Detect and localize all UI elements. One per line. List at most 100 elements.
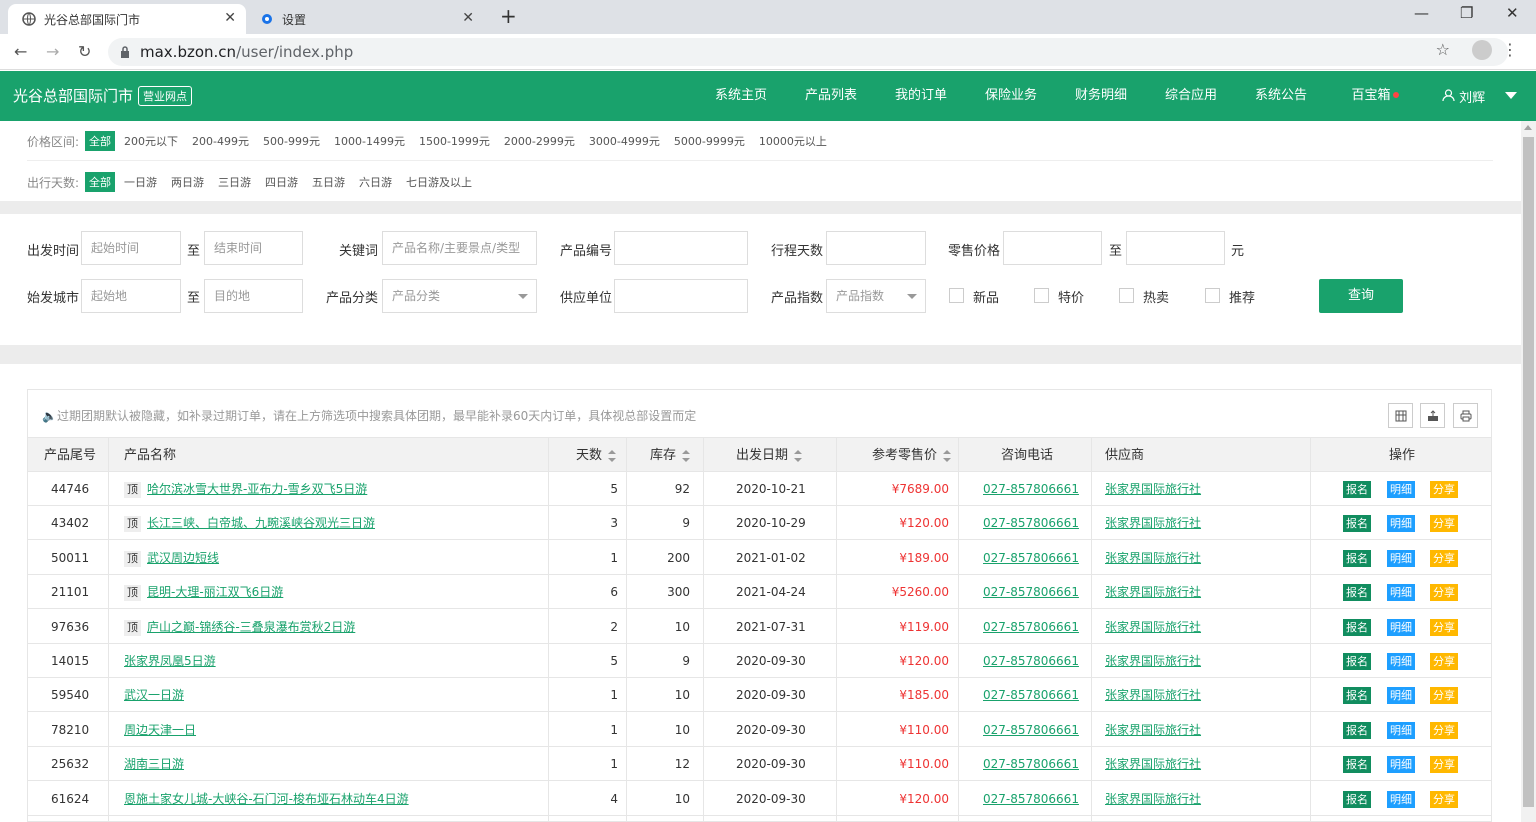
end-time-input[interactable]: 结束时间 bbox=[204, 231, 303, 265]
sort-icon[interactable] bbox=[794, 449, 803, 462]
scrollbar-thumb[interactable] bbox=[1523, 137, 1534, 807]
user-menu[interactable]: 刘辉 bbox=[1442, 87, 1485, 106]
category-select[interactable]: 产品分类 bbox=[382, 279, 537, 313]
sort-icon[interactable] bbox=[682, 449, 691, 462]
share-button[interactable]: 分享 bbox=[1430, 721, 1458, 739]
price-option[interactable]: 200-499元 bbox=[192, 133, 249, 149]
nav-orders[interactable]: 我的订单 bbox=[876, 71, 966, 121]
phone-link[interactable]: 027-857806661 bbox=[983, 620, 1079, 634]
phone-link[interactable]: 027-857806661 bbox=[983, 482, 1079, 496]
browser-tab-1[interactable]: 光谷总部国际门市 ✕ bbox=[8, 4, 246, 34]
share-button[interactable]: 分享 bbox=[1430, 756, 1458, 774]
detail-button[interactable]: 明细 bbox=[1387, 687, 1415, 705]
days-option[interactable]: 一日游 bbox=[124, 174, 157, 190]
phone-link[interactable]: 027-857806661 bbox=[983, 688, 1079, 702]
recommend-checkbox[interactable] bbox=[1205, 288, 1220, 303]
browser-tab-2[interactable]: 设置 ✕ bbox=[246, 4, 484, 34]
days-option[interactable]: 三日游 bbox=[218, 174, 251, 190]
detail-button[interactable]: 明细 bbox=[1387, 653, 1415, 670]
share-button[interactable]: 分享 bbox=[1430, 584, 1458, 602]
detail-button[interactable]: 明细 bbox=[1387, 515, 1415, 533]
price-option[interactable]: 3000-4999元 bbox=[589, 133, 660, 149]
nav-apps[interactable]: 综合应用 bbox=[1146, 71, 1236, 121]
forward-icon[interactable]: → bbox=[46, 42, 59, 61]
nav-insurance[interactable]: 保险业务 bbox=[966, 71, 1056, 121]
price-option[interactable]: 1000-1499元 bbox=[334, 133, 405, 149]
price-filter-all[interactable]: 全部 bbox=[85, 131, 116, 151]
col-stock[interactable]: 库存 bbox=[650, 438, 691, 473]
detail-button[interactable]: 明细 bbox=[1387, 584, 1415, 602]
special-checkbox[interactable] bbox=[1034, 288, 1049, 303]
price-option[interactable]: 500-999元 bbox=[263, 133, 320, 149]
scroll-up-icon[interactable] bbox=[1524, 125, 1532, 130]
supplier-link[interactable]: 张家界国际旅行社 bbox=[1105, 620, 1201, 634]
origin-input[interactable]: 起始地 bbox=[81, 279, 181, 313]
profile-avatar-icon[interactable] bbox=[1472, 40, 1492, 60]
col-days[interactable]: 天数 bbox=[576, 438, 617, 473]
supplier-link[interactable]: 张家界国际旅行社 bbox=[1105, 688, 1201, 702]
signup-button[interactable]: 报名 bbox=[1343, 515, 1371, 533]
supplier-link[interactable]: 张家界国际旅行社 bbox=[1105, 757, 1201, 771]
supplier-link[interactable]: 张家界国际旅行社 bbox=[1105, 792, 1201, 806]
price-option[interactable]: 5000-9999元 bbox=[674, 133, 745, 149]
price-option[interactable]: 10000元以上 bbox=[759, 133, 827, 149]
signup-button[interactable]: 报名 bbox=[1343, 721, 1371, 739]
url-field[interactable]: max.bzon.cn/user/index.php bbox=[108, 38, 1508, 66]
signup-button[interactable]: 报名 bbox=[1343, 481, 1371, 498]
supplier-link[interactable]: 张家界国际旅行社 bbox=[1105, 654, 1201, 668]
detail-button[interactable]: 明细 bbox=[1387, 756, 1415, 774]
detail-button[interactable]: 明细 bbox=[1387, 790, 1415, 808]
columns-filter-icon[interactable] bbox=[1388, 403, 1413, 428]
signup-button[interactable]: 报名 bbox=[1343, 790, 1371, 808]
bookmark-star-icon[interactable]: ☆ bbox=[1436, 40, 1450, 59]
query-button[interactable]: 查询 bbox=[1319, 279, 1403, 313]
supplier-link[interactable]: 张家界国际旅行社 bbox=[1105, 551, 1201, 565]
share-button[interactable]: 分享 bbox=[1430, 653, 1458, 670]
share-button[interactable]: 分享 bbox=[1430, 515, 1458, 533]
product-name-link[interactable]: 长江三峡、白帝城、九畹溪峡谷观光三日游 bbox=[147, 516, 375, 530]
phone-link[interactable]: 027-857806661 bbox=[983, 516, 1079, 530]
index-select[interactable]: 产品指数 bbox=[826, 279, 926, 313]
start-time-input[interactable]: 起始时间 bbox=[81, 231, 181, 265]
price-option[interactable]: 1500-1999元 bbox=[419, 133, 490, 149]
back-icon[interactable]: ← bbox=[14, 42, 27, 61]
share-button[interactable]: 分享 bbox=[1430, 618, 1458, 636]
product-name-link[interactable]: 哈尔滨冰雪大世界-亚布力-雪乡双飞5日游 bbox=[147, 482, 367, 496]
days-option[interactable]: 五日游 bbox=[312, 174, 345, 190]
new-tab-icon[interactable]: + bbox=[500, 4, 517, 28]
days-option[interactable]: 七日游及以上 bbox=[406, 174, 472, 190]
sort-icon[interactable] bbox=[943, 449, 952, 462]
product-name-link[interactable]: 周边天津一日 bbox=[124, 723, 196, 737]
nav-announcements[interactable]: 系统公告 bbox=[1236, 71, 1326, 121]
sort-icon[interactable] bbox=[608, 449, 617, 462]
hot-checkbox[interactable] bbox=[1119, 288, 1134, 303]
price-max-input[interactable] bbox=[1126, 231, 1225, 265]
nav-finance[interactable]: 财务明细 bbox=[1056, 71, 1146, 121]
share-button[interactable]: 分享 bbox=[1430, 481, 1458, 498]
close-tab-icon[interactable]: ✕ bbox=[224, 10, 236, 26]
price-option[interactable]: 200元以下 bbox=[124, 133, 178, 149]
nav-products[interactable]: 产品列表 bbox=[786, 71, 876, 121]
signup-button[interactable]: 报名 bbox=[1343, 549, 1371, 567]
close-window-icon[interactable]: ✕ bbox=[1506, 4, 1519, 22]
product-no-input[interactable] bbox=[614, 231, 748, 265]
supplier-link[interactable]: 张家界国际旅行社 bbox=[1105, 723, 1201, 737]
col-price[interactable]: 参考零售价 bbox=[872, 438, 952, 473]
product-name-link[interactable]: 武汉一日游 bbox=[124, 688, 184, 702]
keyword-input[interactable]: 产品名称/主要景点/类型 bbox=[382, 231, 537, 265]
product-name-link[interactable]: 庐山之巅-锦绣谷-三叠泉瀑布赏秋2日游 bbox=[147, 620, 355, 634]
close-tab-icon[interactable]: ✕ bbox=[462, 10, 474, 26]
days-option[interactable]: 六日游 bbox=[359, 174, 392, 190]
days-option[interactable]: 两日游 bbox=[171, 174, 204, 190]
signup-button[interactable]: 报名 bbox=[1343, 618, 1371, 636]
price-min-input[interactable] bbox=[1003, 231, 1102, 265]
product-name-link[interactable]: 昆明-大理-丽江双飞6日游 bbox=[147, 585, 283, 599]
export-icon[interactable] bbox=[1420, 403, 1445, 428]
signup-button[interactable]: 报名 bbox=[1343, 687, 1371, 705]
maximize-icon[interactable]: ❐ bbox=[1460, 4, 1473, 22]
browser-menu-icon[interactable]: ⋮ bbox=[1502, 40, 1518, 59]
minimize-icon[interactable]: — bbox=[1414, 4, 1429, 22]
signup-button[interactable]: 报名 bbox=[1343, 584, 1371, 602]
supplier-input[interactable] bbox=[614, 279, 748, 313]
col-date[interactable]: 出发日期 bbox=[736, 438, 803, 473]
